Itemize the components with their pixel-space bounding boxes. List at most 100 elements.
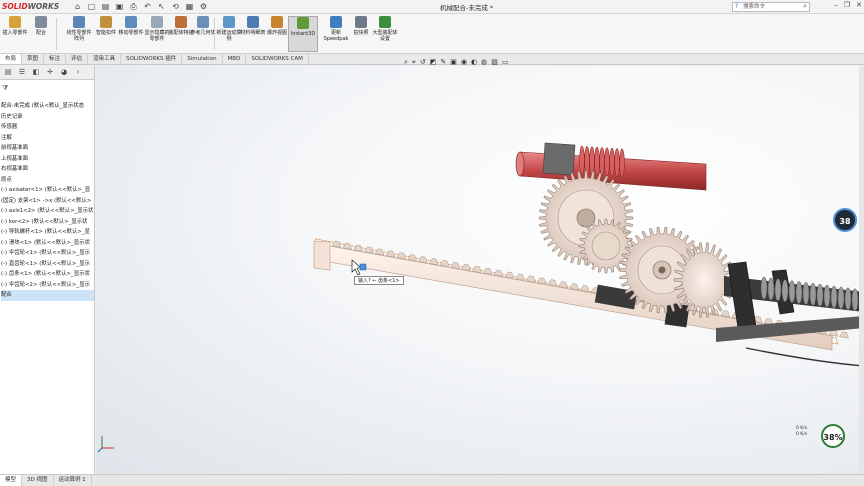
smart-fasteners-button[interactable]: 智能扣件 xyxy=(93,16,119,52)
show-hidden-components-button[interactable]: 显示隐藏的零部件 xyxy=(144,16,170,52)
print-icon[interactable]: ⎙ xyxy=(128,1,139,12)
tree-item-front-plane[interactable]: 前视基准面 xyxy=(1,143,94,154)
move-component-icon xyxy=(125,16,137,28)
help-search-input[interactable]: ? 搜索命令 ⌕ xyxy=(732,2,810,12)
tab-annotation[interactable]: 标注 xyxy=(44,54,67,64)
speedpak-icon xyxy=(330,16,342,28)
solidworks-logo[interactable]: SOLIDWORKS xyxy=(2,1,59,13)
window-controls: – ❐ ✕ xyxy=(834,1,862,9)
linear-pattern-button[interactable]: 线性零部件阵列 xyxy=(66,16,92,52)
tree-item-sensors[interactable]: 传感器 xyxy=(1,122,94,133)
view-settings-icon[interactable]: ▭ xyxy=(502,57,509,67)
file-properties-icon[interactable]: ▦ xyxy=(184,1,195,12)
tree-item-component[interactable]: (-) axis1<2> (默认<<默认>_显示状 xyxy=(1,206,94,217)
move-component-button[interactable]: 移动零部件 xyxy=(118,16,144,52)
home-icon[interactable]: ⌂ xyxy=(72,1,83,12)
assembly-features-icon xyxy=(175,16,187,28)
dimxpert-icon[interactable]: ✛ xyxy=(44,67,56,78)
panel-scroll-right-icon[interactable]: › xyxy=(72,67,84,78)
tree-item-origin[interactable]: 原点 xyxy=(1,175,94,186)
rebuild-icon[interactable]: ⟲ xyxy=(170,1,181,12)
graphics-viewport[interactable]: 输入? ← 齿条<1> 38 0 K/s 0 K/s 38% xyxy=(96,66,864,474)
camera-icon xyxy=(355,16,367,28)
tree-item-component[interactable]: (-) 导轨螺杆<1> (默认<<默认>_显 xyxy=(1,227,94,238)
filter-icon[interactable]: ⧩ xyxy=(2,84,8,93)
tree-item-right-plane[interactable]: 右视基准面 xyxy=(1,164,94,175)
select-pointer-icon[interactable]: ↖ xyxy=(156,1,167,12)
new-motion-study-button[interactable]: 新建运动算例 xyxy=(216,16,242,52)
zoom-area-icon[interactable]: ⌖ xyxy=(412,57,416,67)
tree-item-top-plane[interactable]: 上视基准面 xyxy=(1,154,94,165)
tab-sketch[interactable]: 草图 xyxy=(22,54,45,64)
exploded-view-button[interactable]: 爆炸视图 xyxy=(264,16,290,52)
hide-show-items-icon[interactable]: ◐ xyxy=(471,57,477,67)
tab-model[interactable]: 模型 xyxy=(0,475,23,486)
taskpane-strip[interactable] xyxy=(859,66,864,474)
performance-gauge[interactable]: 38 xyxy=(833,208,857,232)
tab-mbd[interactable]: MBD xyxy=(223,54,247,64)
search-icon[interactable]: ⌕ xyxy=(803,2,807,10)
restore-icon[interactable]: ❐ xyxy=(844,1,850,9)
bill-of-materials-button[interactable]: 材料明细表 xyxy=(240,16,266,52)
document-title: 机械配合-未完成 * xyxy=(440,4,494,12)
take-snapshot-button[interactable]: 拍快照 xyxy=(348,16,374,52)
minimize-icon[interactable]: – xyxy=(834,1,838,9)
instant3d-button[interactable]: Instant3D xyxy=(288,16,318,52)
view-orientation-icon[interactable]: ▣ xyxy=(450,57,457,67)
reference-geometry-button[interactable]: 参考几何体 xyxy=(190,16,216,52)
insert-component-button[interactable]: 插入零部件 xyxy=(2,16,28,52)
configuration-manager-icon[interactable]: ◧ xyxy=(30,67,42,78)
tree-item-component[interactable]: (-) 齿条<1> (默认<<默认>_显示状 xyxy=(1,269,94,280)
previous-view-icon[interactable]: ↺ xyxy=(420,57,426,67)
tab-3d-views[interactable]: 3D 视图 xyxy=(22,475,54,486)
mate-button[interactable]: 配合 xyxy=(28,16,54,52)
tab-solidworks-cam[interactable]: SOLIDWORKS CAM xyxy=(246,54,309,64)
apply-scene-icon[interactable]: ▨ xyxy=(491,57,498,67)
save-icon[interactable]: ▣ xyxy=(114,1,125,12)
tree-item-component[interactable]: (-) 伞齿轮<1> (默认<<默认>_显示 xyxy=(1,248,94,259)
tree-item-component[interactable]: (-) 伞齿轮<2> (默认<<默认>_显示 xyxy=(1,280,94,291)
display-style-icon[interactable]: ◉ xyxy=(461,57,467,67)
section-view-icon[interactable]: ◩ xyxy=(430,57,437,67)
feature-tree-icon[interactable]: ▤ xyxy=(2,67,14,78)
assembly-model-graphic[interactable] xyxy=(96,66,864,474)
smart-fasteners-icon xyxy=(100,16,112,28)
tab-layout[interactable]: 布局 xyxy=(0,54,23,64)
tree-item-mates[interactable]: 配合 xyxy=(1,290,94,301)
tree-item-component[interactable]: (-) 滑块<1> (默认<<默认>_显示状 xyxy=(1,238,94,249)
display-manager-icon[interactable]: ◕ xyxy=(58,67,70,78)
zoom-to-fit-icon[interactable]: ⌕ xyxy=(404,57,408,67)
tab-render-tools[interactable]: 渲染工具 xyxy=(88,54,122,64)
tree-item-component[interactable]: (-) kor<2> (默认<<默认>_显示状 xyxy=(1,217,94,228)
tree-item-component[interactable]: (-) 直齿轮<1> (默认<<默认>_显示 xyxy=(1,259,94,270)
bottom-tabs: 模型 3D 视图 运动算例 1 xyxy=(0,474,864,486)
command-manager-ribbon: 插入零部件 配合 线性零部件阵列 智能扣件 移动零部件 显示隐藏的零部件 装配体… xyxy=(0,14,864,54)
open-folder-icon[interactable]: ▤ xyxy=(100,1,111,12)
tree-item-component[interactable]: (-) axisater<1> (默认<<默认>_显 xyxy=(1,185,94,196)
tree-item-history[interactable]: 历史记录 xyxy=(1,112,94,123)
dynamic-annotation-icon[interactable]: ✎ xyxy=(440,57,446,67)
undo-icon[interactable]: ↶ xyxy=(142,1,153,12)
tab-solidworks-addins[interactable]: SOLIDWORKS 插件 xyxy=(121,54,183,64)
tab-evaluate[interactable]: 评估 xyxy=(66,54,89,64)
motion-study-icon xyxy=(223,16,235,28)
new-document-icon[interactable]: ▢ xyxy=(86,1,97,12)
options-gear-icon[interactable]: ⚙ xyxy=(198,1,209,12)
performance-gauge-small[interactable]: 38% xyxy=(821,424,845,448)
lead-screw-assembly xyxy=(716,261,864,367)
tab-simulation[interactable]: Simulation xyxy=(182,54,223,64)
network-speed: 0 K/s 0 K/s xyxy=(796,426,808,437)
tree-item-assembly-root[interactable]: 配合-未完成 (默认<默认_显示状态 xyxy=(1,101,94,112)
edit-appearance-icon[interactable]: ◍ xyxy=(481,57,487,67)
update-speedpak-button[interactable]: 更新Speedpak xyxy=(322,16,350,52)
large-assembly-settings-button[interactable]: 大型装配体设置 xyxy=(372,16,398,52)
instant3d-icon xyxy=(297,17,309,29)
tab-motion-study[interactable]: 运动算例 1 xyxy=(54,475,92,486)
quick-access-toolbar: ⌂ ▢ ▤ ▣ ⎙ ↶ ↖ ⟲ ▦ ⚙ xyxy=(72,1,209,13)
close-icon[interactable]: ✕ xyxy=(856,1,862,9)
tree-item-annotations[interactable]: 注解 xyxy=(1,133,94,144)
tree-item-component[interactable]: (固定) 支架<1> ->x (默认<<默认> xyxy=(1,196,94,207)
mate-tooltip: 输入? ← 齿条<1> xyxy=(354,276,404,285)
property-manager-icon[interactable]: ☰ xyxy=(16,67,28,78)
help-question-icon: ? xyxy=(735,3,739,10)
